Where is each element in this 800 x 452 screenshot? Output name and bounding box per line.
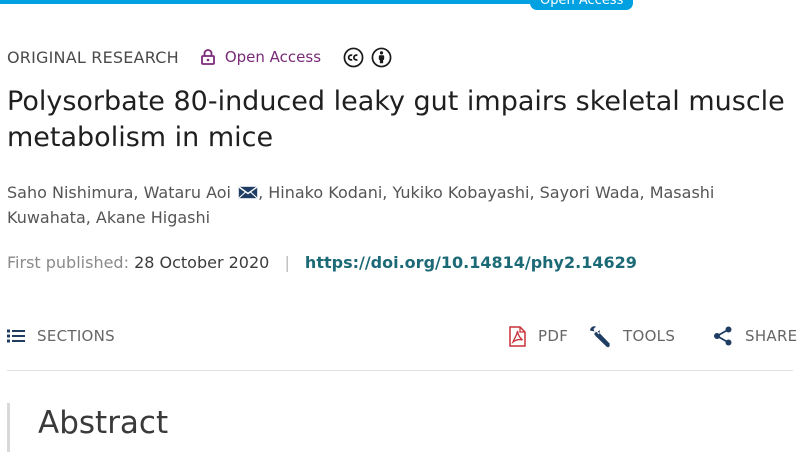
share-button[interactable]: SHARE: [713, 322, 797, 350]
article-toolbar: SECTIONS PDF TOOLS SHARE: [0, 322, 800, 350]
pdf-button[interactable]: PDF: [509, 322, 568, 350]
open-access-label: Open Access: [224, 48, 322, 66]
author-link[interactable]: Akane Higashi: [96, 208, 210, 227]
author-link[interactable]: Wataru Aoi: [144, 183, 231, 202]
tools-label: TOOLS: [623, 327, 676, 345]
wrench-icon: [590, 326, 610, 348]
published-date: 28 October 2020: [134, 253, 270, 272]
cc-icon[interactable]: [343, 47, 364, 68]
envelope-icon[interactable]: [238, 186, 258, 199]
author-link[interactable]: Yukiko Kobayashi: [392, 183, 529, 202]
sections-button[interactable]: SECTIONS: [7, 322, 115, 350]
list-icon: [7, 329, 25, 343]
open-access-tab: Open Access: [530, 0, 634, 10]
article-type: ORIGINAL RESEARCH: [7, 47, 179, 67]
by-icon[interactable]: [371, 47, 392, 68]
pdf-icon: [509, 325, 526, 347]
sections-label: SECTIONS: [37, 327, 116, 345]
top-accent-bar: [0, 0, 545, 4]
publication-info: First published: 28 October 2020 | https…: [7, 252, 637, 274]
doi-link[interactable]: https://doi.org/10.14814/phy2.14629: [305, 253, 637, 272]
author-link[interactable]: Saho Nishimura: [7, 183, 133, 202]
published-label: First published:: [7, 253, 129, 272]
share-icon: [714, 326, 732, 346]
pdf-label: PDF: [538, 327, 569, 345]
article-meta-row: ORIGINAL RESEARCH Open Access: [7, 45, 392, 69]
author-link[interactable]: Hinako Kodani: [268, 183, 382, 202]
toolbar-divider: [7, 370, 793, 371]
tools-button[interactable]: TOOLS: [587, 322, 675, 350]
abstract-heading[interactable]: Abstract: [38, 403, 168, 443]
article-title: Polysorbate 80-induced leaky gut impairs…: [7, 86, 785, 153]
abstract-accent-bar: [7, 403, 10, 452]
separator: |: [284, 253, 290, 272]
share-label: SHARE: [745, 327, 798, 345]
author-link[interactable]: Sayori Wada: [540, 183, 640, 202]
author-list: Saho Nishimura, Wataru Aoi , Hinako Koda…: [7, 183, 715, 227]
open-access-badge: Open Access: [200, 48, 322, 66]
lock-icon: [200, 49, 215, 65]
